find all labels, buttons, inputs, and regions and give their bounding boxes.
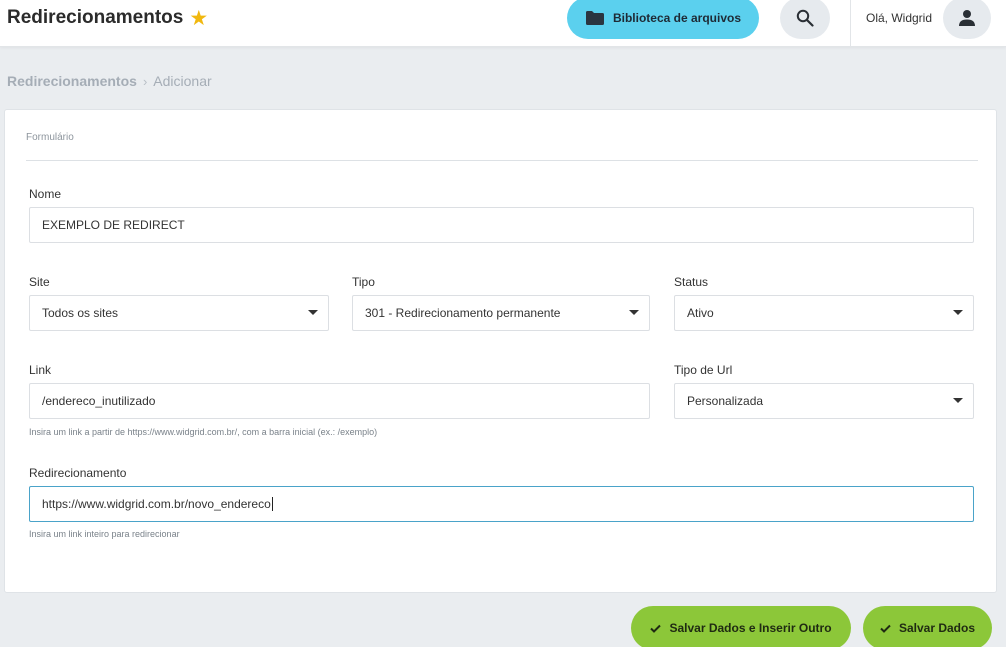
user-icon xyxy=(959,10,975,26)
redirecionamento-input[interactable]: https://www.widgrid.com.br/novo_endereco xyxy=(29,486,974,522)
header-divider xyxy=(850,0,851,47)
status-value: Ativo xyxy=(687,306,714,320)
search-icon xyxy=(796,9,814,27)
status-select[interactable]: Ativo xyxy=(674,295,974,331)
folder-icon xyxy=(585,11,604,25)
caret-down-icon xyxy=(953,310,963,315)
tipo-url-select[interactable]: Personalizada xyxy=(674,383,974,419)
link-value: /endereco_inutilizado xyxy=(42,394,156,408)
caret-down-icon xyxy=(308,310,318,315)
top-bar: Redirecionamentos ★ Biblioteca de arquiv… xyxy=(0,0,1006,47)
nome-label: Nome xyxy=(29,187,62,201)
check-icon xyxy=(880,624,891,633)
redirecionamento-value: https://www.widgrid.com.br/novo_endereco xyxy=(42,497,271,511)
breadcrumb-current: Adicionar xyxy=(153,73,212,89)
breadcrumb-separator: › xyxy=(142,73,148,89)
link-input[interactable]: /endereco_inutilizado xyxy=(29,383,650,419)
redirecionamento-help-text: Insira um link inteiro para redirecionar xyxy=(29,529,180,539)
redirecionamento-label: Redirecionamento xyxy=(29,466,127,480)
site-label: Site xyxy=(29,275,50,289)
page-title: Redirecionamentos ★ xyxy=(7,7,208,29)
file-library-label: Biblioteca de arquivos xyxy=(612,11,742,25)
form-card: Formulário Nome EXEMPLO DE REDIRECT Site… xyxy=(4,109,997,593)
form-section-title: Formulário xyxy=(26,132,74,143)
status-label: Status xyxy=(674,275,709,289)
link-help-text: Insira um link a partir de https://www.w… xyxy=(29,427,378,437)
nome-input[interactable]: EXEMPLO DE REDIRECT xyxy=(29,207,974,243)
breadcrumb-root-link[interactable]: Redirecionamentos xyxy=(7,73,137,89)
save-and-insert-another-label: Salvar Dados e Inserir Outro xyxy=(669,621,832,635)
tipo-select[interactable]: 301 - Redirecionamento permanente xyxy=(352,295,650,331)
user-greeting: Olá, Widgrid xyxy=(866,11,933,25)
check-icon xyxy=(650,624,662,633)
tipo-url-value: Personalizada xyxy=(687,394,764,408)
link-label: Link xyxy=(29,363,52,377)
caret-down-icon xyxy=(629,310,639,315)
save-button[interactable]: Salvar Dados xyxy=(863,606,992,647)
save-label: Salvar Dados xyxy=(898,621,976,635)
breadcrumb: Redirecionamentos › Adicionar xyxy=(7,73,212,89)
save-and-insert-another-button[interactable]: Salvar Dados e Inserir Outro xyxy=(631,606,851,647)
file-library-button[interactable]: Biblioteca de arquivos xyxy=(567,0,759,39)
star-icon[interactable]: ★ xyxy=(189,8,208,29)
text-cursor xyxy=(271,497,273,511)
page-title-text: Redirecionamentos xyxy=(7,7,184,28)
form-section-divider xyxy=(26,160,978,161)
site-value: Todos os sites xyxy=(42,306,119,320)
tipo-value: 301 - Redirecionamento permanente xyxy=(365,306,561,320)
site-select[interactable]: Todos os sites xyxy=(29,295,329,331)
nome-value: EXEMPLO DE REDIRECT xyxy=(42,218,185,232)
tipo-label: Tipo xyxy=(352,275,375,289)
tipo-url-label: Tipo de Url xyxy=(674,363,733,377)
search-button[interactable] xyxy=(780,0,830,39)
caret-down-icon xyxy=(953,398,963,403)
user-avatar-button[interactable] xyxy=(943,0,991,39)
